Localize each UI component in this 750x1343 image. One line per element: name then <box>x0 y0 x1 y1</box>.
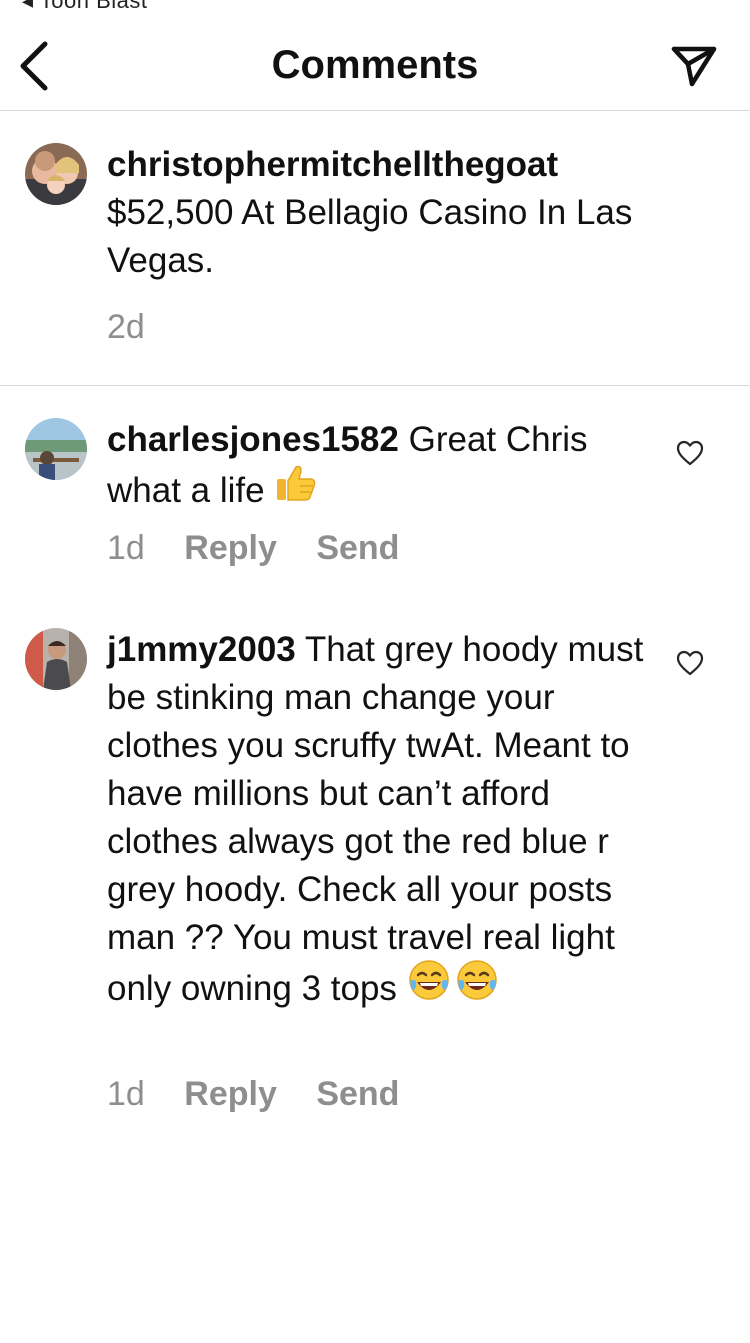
comment-meta: 1d Reply Send <box>107 528 429 568</box>
avatar[interactable] <box>25 418 87 480</box>
paper-plane-icon <box>671 46 717 87</box>
avatar[interactable] <box>25 143 87 205</box>
heart-icon[interactable] <box>676 650 704 676</box>
comment-text: charlesjones1582 Great Chris what a life <box>107 416 667 521</box>
heart-icon[interactable] <box>676 440 704 466</box>
comment-username[interactable]: charlesjones1582 <box>107 420 399 459</box>
page-title: Comments <box>271 43 479 87</box>
send-button[interactable]: Send <box>316 529 399 567</box>
laughing-crying-icon <box>407 958 451 1015</box>
avatar-image <box>25 143 87 205</box>
direct-send-button[interactable] <box>668 42 720 90</box>
send-button[interactable]: Send <box>316 1075 399 1113</box>
comment-username[interactable]: j1mmy2003 <box>107 630 296 669</box>
caption-text: christophermitchellthegoat $52,500 At Be… <box>107 141 707 285</box>
comment-meta: 1d Reply Send <box>107 1074 429 1114</box>
comment-text: j1mmy2003 That grey hoody must be stinki… <box>107 626 667 1019</box>
caption-timestamp: 2d <box>107 308 145 346</box>
comment-body: That grey hoody must be stinking man cha… <box>107 630 644 1008</box>
reply-button[interactable]: Reply <box>184 529 277 567</box>
caption-meta: 2d <box>107 307 175 347</box>
laughing-crying-icon <box>455 958 499 1015</box>
post-caption: christophermitchellthegoat $52,500 At Be… <box>0 111 750 386</box>
avatar-image <box>25 418 87 480</box>
reply-button[interactable]: Reply <box>184 1075 277 1113</box>
comment-timestamp: 1d <box>107 1075 145 1113</box>
header-bar: Comments <box>0 0 750 111</box>
caption-username[interactable]: christophermitchellthegoat <box>107 145 558 184</box>
thumbs-up-icon <box>274 460 318 517</box>
comment-timestamp: 1d <box>107 529 145 567</box>
caption-body: $52,500 At Bellagio Casino In Las Vegas. <box>107 193 633 280</box>
avatar[interactable] <box>25 628 87 690</box>
avatar-image <box>25 628 87 690</box>
